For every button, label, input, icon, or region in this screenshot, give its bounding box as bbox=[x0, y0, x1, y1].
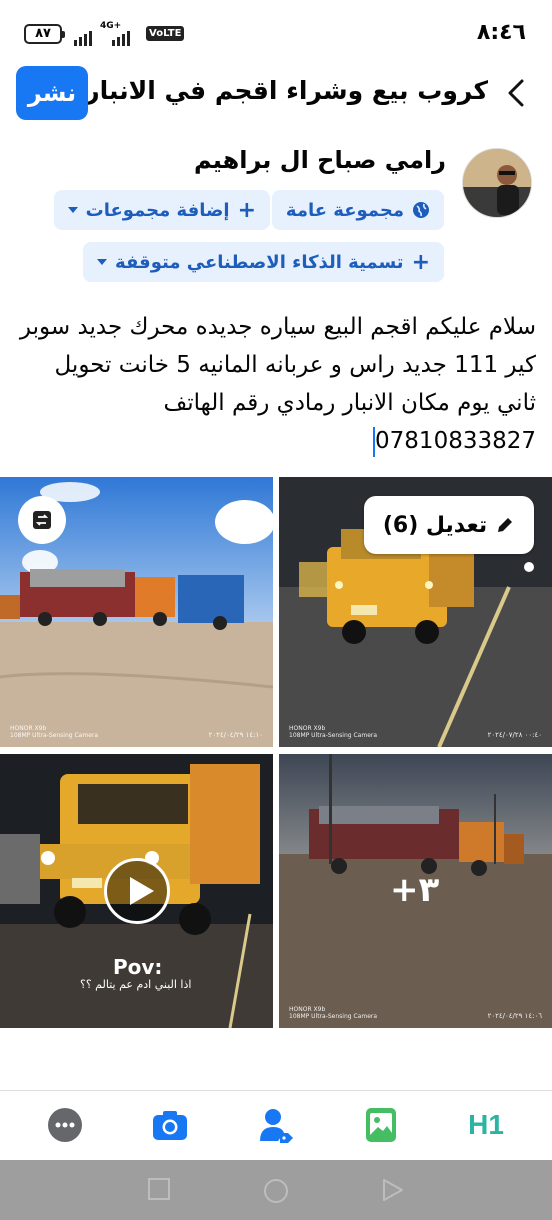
author-name[interactable]: رامي صباح ال براهيم bbox=[194, 146, 446, 174]
clock: ٨:٤٦ bbox=[476, 20, 526, 45]
signal-icon bbox=[74, 24, 92, 46]
tag-people-icon bbox=[260, 1109, 293, 1143]
more-dots-icon bbox=[48, 1108, 82, 1142]
play-video-button[interactable] bbox=[104, 858, 170, 924]
photo-video-button[interactable] bbox=[361, 1105, 401, 1145]
post-body: سلام عليكم اقجم البيع سياره جديده محرك ج… bbox=[19, 314, 536, 454]
pencil-icon bbox=[498, 518, 513, 532]
plus-icon: + bbox=[237, 197, 256, 223]
post-text-editor[interactable]: سلام عليكم اقجم البيع سياره جديده محرك ج… bbox=[16, 308, 536, 460]
camera-icon bbox=[153, 1111, 187, 1140]
gallery-icon bbox=[366, 1108, 396, 1142]
globe-icon bbox=[413, 202, 429, 218]
signal-icon-2 bbox=[112, 24, 130, 46]
volte-badge: VoLTE bbox=[146, 26, 185, 41]
camera-button[interactable] bbox=[150, 1105, 190, 1145]
battery-icon: ٨٧ bbox=[24, 24, 65, 44]
circle-icon bbox=[264, 1179, 288, 1203]
heading-format-button[interactable]: H1 bbox=[466, 1105, 506, 1145]
post-button[interactable]: نشر bbox=[16, 66, 88, 120]
camera-watermark: HONOR X9b 108MP Ultra-Sensing Camera bbox=[10, 725, 99, 739]
status-bar: ٨٧ 4G+ VoLTE ٨:٤٦ bbox=[0, 0, 552, 60]
video-subcaption: اذا البني ادم عم يتالم ؟؟ bbox=[80, 978, 192, 991]
plus-icon: + bbox=[411, 249, 430, 275]
group-title: كروب بيع وشراء اقجم في الانبار ... bbox=[88, 76, 488, 105]
video-caption: Pov: bbox=[113, 955, 163, 979]
photo-timestamp: ١٤:١٠ ٢٠٢٤/٠٤/٢٩ bbox=[208, 731, 263, 739]
chevron-left-icon bbox=[508, 79, 524, 107]
reorder-media-button[interactable] bbox=[18, 496, 66, 544]
recents-button[interactable] bbox=[148, 1178, 170, 1204]
audience-selector[interactable]: مجموعة عامة bbox=[271, 190, 444, 230]
swap-icon bbox=[33, 511, 51, 529]
camera-watermark: HONOR X9b 108MP Ultra-Sensing Camera bbox=[289, 1006, 378, 1020]
header: كروب بيع وشراء اقجم في الانبار ... نشر bbox=[0, 62, 552, 124]
triangle-back-icon bbox=[383, 1179, 403, 1201]
photo-timestamp: ١٤:٠٦ ٢٠٢٤/٠٤/٢٩ bbox=[487, 1012, 542, 1020]
ai-label-toggle[interactable]: + تسمية الذكاء الاصطناعي متوقفة bbox=[83, 242, 444, 282]
home-button[interactable] bbox=[263, 1178, 289, 1208]
add-groups-button[interactable]: + إضافة مجموعات bbox=[53, 190, 270, 230]
avatar[interactable] bbox=[462, 148, 532, 218]
audience-label: مجموعة عامة bbox=[285, 199, 404, 221]
edit-media-label: تعديل (6) bbox=[382, 512, 488, 538]
square-icon bbox=[148, 1178, 170, 1200]
edit-media-button[interactable]: تعديل (6) bbox=[364, 496, 534, 554]
back-button[interactable] bbox=[502, 76, 532, 110]
caret-down-icon bbox=[97, 259, 108, 265]
tag-people-button[interactable] bbox=[256, 1105, 296, 1145]
ai-label-text: تسمية الذكاء الاصطناعي متوقفة bbox=[115, 251, 404, 273]
camera-watermark: HONOR X9b 108MP Ultra-Sensing Camera bbox=[289, 725, 378, 739]
photo-timestamp: ٠٠:٤٠ ٢٠٢٤/٠٧/٢٨ bbox=[487, 731, 542, 739]
back-nav-button[interactable] bbox=[382, 1178, 404, 1206]
caret-down-icon bbox=[67, 207, 78, 213]
composer-toolbar: H1 bbox=[0, 1090, 552, 1160]
more-media-count: +٣ bbox=[390, 870, 440, 910]
more-options-button[interactable] bbox=[45, 1105, 85, 1145]
system-navigation-bar bbox=[0, 1160, 552, 1220]
add-groups-label: إضافة مجموعات bbox=[85, 199, 230, 221]
